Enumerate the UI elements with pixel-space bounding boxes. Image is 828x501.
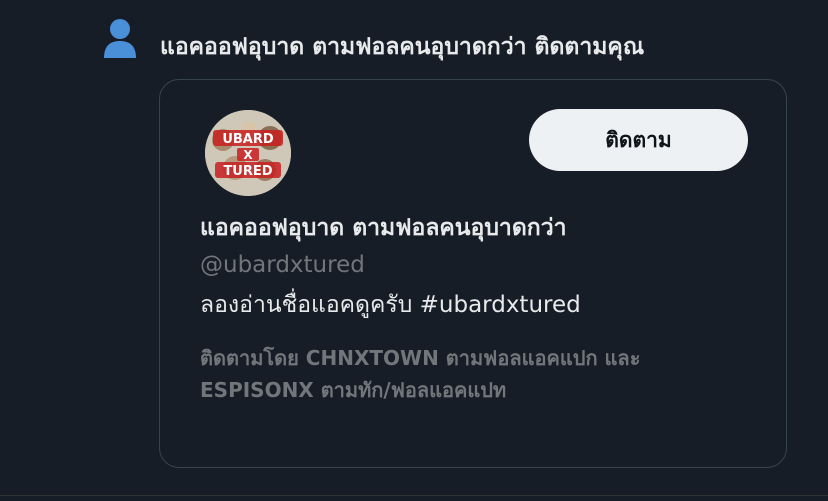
notification-text[interactable]: แอคออฟอุบาด ตามฟอลคนอุบาดกว่า ติดตามคุณ — [160, 28, 644, 66]
display-name[interactable]: แอคออฟอุบาด ตามฟอลคนอุบาดกว่า — [200, 208, 567, 248]
followed-by-text[interactable]: ติดตามโดย CHNXTOWN ตามฟอลแอคแปก และ ESPI… — [200, 342, 760, 406]
followed-by-line-2: ESPISONX ตามทัก/ฟอลแอคแปท — [200, 378, 507, 402]
divider — [0, 495, 828, 496]
user-bio: ลองอ่านชื่อแอคดูครับ #ubardxtured — [200, 292, 581, 318]
user-card[interactable]: UBARD X TURED ติดตาม แอคออฟอุบาด ตามฟอลค… — [159, 79, 787, 468]
svg-text:X: X — [243, 148, 253, 162]
follow-button[interactable]: ติดตาม — [529, 109, 748, 171]
avatar-image: UBARD X TURED — [205, 110, 291, 196]
user-handle[interactable]: @ubardxtured — [200, 248, 365, 282]
svg-text:TURED: TURED — [223, 164, 272, 179]
followed-by-line-1: ติดตามโดย CHNXTOWN ตามฟอลแอคแปก และ — [200, 346, 641, 370]
follow-notification[interactable]: แอคออฟอุบาด ตามฟอลคนอุบาดกว่า ติดตามคุณ … — [0, 0, 828, 501]
person-icon — [104, 19, 136, 58]
svg-text:UBARD: UBARD — [222, 132, 274, 147]
avatar[interactable]: UBARD X TURED — [205, 110, 291, 196]
